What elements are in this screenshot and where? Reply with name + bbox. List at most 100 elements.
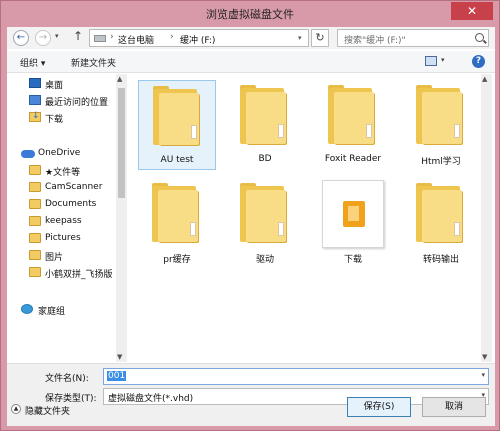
navigation-scrollbar[interactable]: ▲ ▼ xyxy=(116,74,127,362)
folder-icon xyxy=(153,86,201,145)
filename-field[interactable]: 001 ▾ xyxy=(103,368,489,385)
hide-folders-button[interactable]: 隐藏文件夹 xyxy=(25,404,70,417)
breadcrumb-drive-f[interactable]: 缓冲 (F:) xyxy=(180,33,215,46)
sidebar-item-label: ★文件等 xyxy=(45,168,81,178)
sidebar-item-label: Pictures xyxy=(45,233,81,243)
forward-button[interactable]: → xyxy=(35,30,51,46)
up-folder-button[interactable]: ↑ xyxy=(73,29,83,43)
sidebar-item-onedrive[interactable]: OneDrive xyxy=(7,146,117,162)
back-button[interactable]: ← xyxy=(13,30,29,46)
folder-icon xyxy=(328,85,376,144)
file-list-scrollbar[interactable]: ▲ ▼ xyxy=(481,74,492,362)
search-icon[interactable] xyxy=(475,33,484,42)
folder-icon xyxy=(29,250,41,260)
refresh-button[interactable]: ↻ xyxy=(311,29,329,47)
save-dialog: 浏览虚拟磁盘文件 ✕ ← → ▾ ↑ › 这台电脑 › 缓冲 (F:) ▾ ↻ … xyxy=(0,0,500,431)
view-options-dropdown-icon[interactable]: ▾ xyxy=(441,56,445,64)
folder-item-bd[interactable]: BD xyxy=(226,80,304,170)
help-icon[interactable]: ? xyxy=(472,55,485,68)
address-row: ← → ▾ ↑ › 这台电脑 › 缓冲 (F:) ▾ ↻ 搜索"缓冲 (F:)" xyxy=(7,27,495,49)
sidebar-item-label: Documents xyxy=(45,199,97,209)
sidebar-item-xiaohe[interactable]: 小鹤双拼_飞扬版 xyxy=(7,265,117,281)
item-name: Html学习 xyxy=(421,157,461,167)
filename-label: 文件名(N): xyxy=(45,374,89,384)
sidebar-item-folder[interactable]: ★文件等 xyxy=(7,163,117,179)
close-button[interactable]: ✕ xyxy=(451,2,493,20)
folder-item-foxit-reader[interactable]: Foxit Reader xyxy=(314,80,392,170)
sidebar-item-label: 最近访问的位置 xyxy=(45,98,109,108)
filetype-label: 保存类型(T): xyxy=(45,394,97,404)
book-icon xyxy=(343,201,365,227)
sidebar-item-label: 下载 xyxy=(45,115,64,125)
new-folder-button[interactable]: 新建文件夹 xyxy=(71,56,116,69)
folder-icon xyxy=(416,85,464,144)
onedrive-cloud-icon xyxy=(21,150,35,158)
breadcrumb-separator[interactable]: › xyxy=(110,32,114,42)
window-title: 浏览虚拟磁盘文件 xyxy=(206,8,294,21)
filename-dropdown-icon[interactable]: ▾ xyxy=(481,371,485,379)
sidebar-item-camscanner[interactable]: CamScanner xyxy=(7,180,117,196)
download-folder-thumbnail xyxy=(322,180,384,248)
sidebar-item-label: CamScanner xyxy=(45,182,103,192)
save-button[interactable]: 保存(S) xyxy=(347,397,411,417)
recent-locations-dropdown-icon[interactable]: ▾ xyxy=(55,32,59,40)
folder-item-downloads[interactable]: 下载 xyxy=(314,178,392,268)
sidebar-item-recent-places[interactable]: 最近访问的位置 xyxy=(7,93,117,109)
sidebar-item-label: 家庭组 xyxy=(38,307,66,317)
item-name: 下载 xyxy=(343,255,362,265)
collapse-icon[interactable]: ▲ xyxy=(11,404,21,414)
sidebar-item-label: 图片 xyxy=(45,253,64,263)
folder-icon xyxy=(152,183,200,242)
address-dropdown-icon[interactable]: ▾ xyxy=(298,34,302,42)
sidebar-item-documents[interactable]: Documents xyxy=(7,197,117,213)
sidebar-item-images[interactable]: 图片 xyxy=(7,248,117,264)
file-list: AU test BD Foxit Reader Html学习 pr缓存 驱动 下… xyxy=(128,74,495,362)
scroll-thumb[interactable] xyxy=(118,88,125,198)
scroll-down-icon[interactable]: ▼ xyxy=(482,353,487,361)
folder-icon xyxy=(29,267,41,277)
filename-value[interactable]: 001 xyxy=(107,371,127,381)
folder-icon xyxy=(29,165,41,175)
folder-item-drivers[interactable]: 驱动 xyxy=(226,178,304,268)
folder-icon xyxy=(29,216,41,226)
item-name: 转码输出 xyxy=(422,255,459,265)
folder-icon xyxy=(29,233,41,243)
sidebar-item-label: 桌面 xyxy=(45,81,64,91)
folder-item-au-test[interactable]: AU test xyxy=(138,80,216,170)
folder-item-html[interactable]: Html学习 xyxy=(402,80,480,170)
folder-icon xyxy=(416,183,464,242)
scroll-up-icon[interactable]: ▲ xyxy=(117,75,122,83)
item-name: AU test xyxy=(160,155,194,165)
item-name: pr缓存 xyxy=(163,255,191,265)
sidebar-item-desktop[interactable]: 桌面 xyxy=(7,76,117,92)
scroll-up-icon[interactable]: ▲ xyxy=(482,75,487,83)
folder-icon xyxy=(240,85,288,144)
drive-icon xyxy=(94,35,106,42)
sidebar-item-keepass[interactable]: keepass xyxy=(7,214,117,230)
recent-places-icon xyxy=(29,95,41,105)
item-name: BD xyxy=(258,154,272,164)
scroll-down-icon[interactable]: ▼ xyxy=(117,353,122,361)
title-bar: 浏览虚拟磁盘文件 ✕ xyxy=(1,1,499,27)
homegroup-icon xyxy=(21,304,33,314)
sidebar-item-label: 小鹤双拼_飞扬版 xyxy=(45,270,113,280)
change-view-icon[interactable] xyxy=(425,56,437,66)
organize-menu-button[interactable]: 组织 ▾ xyxy=(20,56,45,69)
navigation-pane: 桌面 最近访问的位置 下载 OneDrive ★文件等 CamScanner xyxy=(7,74,124,362)
breadcrumb-separator[interactable]: › xyxy=(170,32,174,42)
address-bar[interactable]: › 这台电脑 › 缓冲 (F:) ▾ xyxy=(89,29,309,47)
search-input[interactable]: 搜索"缓冲 (F:)" xyxy=(337,29,489,47)
sidebar-item-homegroup[interactable]: 家庭组 xyxy=(7,302,117,318)
sidebar-item-pictures[interactable]: Pictures xyxy=(7,231,117,247)
command-toolbar: 组织 ▾ 新建文件夹 ▾ ? xyxy=(7,51,495,73)
cancel-button[interactable]: 取消 xyxy=(422,397,486,417)
folder-item-pr-cache[interactable]: pr缓存 xyxy=(138,178,216,268)
item-name: 驱动 xyxy=(255,255,274,265)
search-placeholder: 搜索"缓冲 (F:)" xyxy=(344,36,406,46)
breadcrumb-this-pc[interactable]: 这台电脑 xyxy=(118,33,154,46)
sidebar-item-downloads[interactable]: 下载 xyxy=(7,110,117,126)
download-folder-icon xyxy=(29,111,41,122)
folder-icon xyxy=(240,183,288,242)
folder-item-transcode-output[interactable]: 转码输出 xyxy=(402,178,480,268)
filetype-value: 虚拟磁盘文件(*.vhd) xyxy=(108,394,194,404)
